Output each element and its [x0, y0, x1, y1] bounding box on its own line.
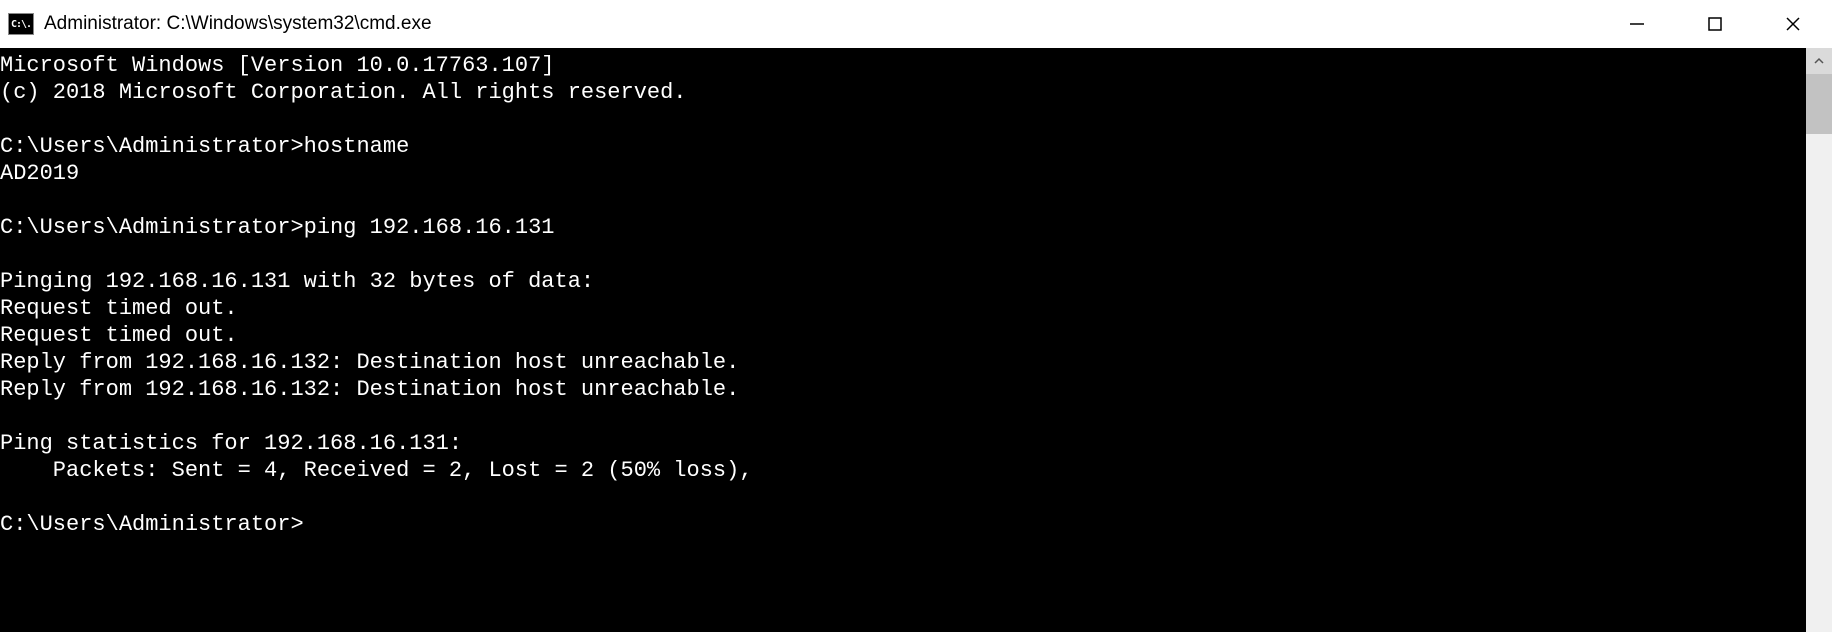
terminal-line: C:\Users\Administrator>hostname: [0, 133, 1806, 160]
cmd-app-icon: C:\.: [8, 13, 34, 35]
terminal-wrapper: Microsoft Windows [Version 10.0.17763.10…: [0, 48, 1832, 632]
terminal-line: Request timed out.: [0, 322, 1806, 349]
maximize-icon: [1707, 16, 1723, 32]
terminal-line: (c) 2018 Microsoft Corporation. All righ…: [0, 79, 1806, 106]
terminal-line: C:\Users\Administrator>ping 192.168.16.1…: [0, 214, 1806, 241]
terminal-line: [0, 484, 1806, 511]
close-icon: [1785, 16, 1801, 32]
vertical-scrollbar[interactable]: [1806, 48, 1832, 632]
terminal-line: [0, 241, 1806, 268]
terminal-line: Reply from 192.168.16.132: Destination h…: [0, 376, 1806, 403]
terminal-line: [0, 187, 1806, 214]
terminal-line: Packets: Sent = 4, Received = 2, Lost = …: [0, 457, 1806, 484]
minimize-icon: [1629, 16, 1645, 32]
minimize-button[interactable]: [1598, 0, 1676, 48]
terminal-line: Ping statistics for 192.168.16.131:: [0, 430, 1806, 457]
terminal-line: [0, 106, 1806, 133]
window-title: Administrator: C:\Windows\system32\cmd.e…: [44, 13, 432, 35]
close-button[interactable]: [1754, 0, 1832, 48]
cmd-app-icon-label: C:\.: [11, 19, 31, 30]
window-titlebar: C:\. Administrator: C:\Windows\system32\…: [0, 0, 1832, 48]
window-controls: [1598, 0, 1832, 48]
terminal-line: C:\Users\Administrator>: [0, 511, 1806, 538]
scroll-up-button[interactable]: [1806, 48, 1832, 74]
scrollbar-thumb[interactable]: [1806, 74, 1832, 134]
terminal-line: [0, 403, 1806, 430]
terminal-line: AD2019: [0, 160, 1806, 187]
terminal-line: Pinging 192.168.16.131 with 32 bytes of …: [0, 268, 1806, 295]
terminal-line: Request timed out.: [0, 295, 1806, 322]
chevron-up-icon: [1814, 56, 1824, 66]
maximize-button[interactable]: [1676, 0, 1754, 48]
terminal-line: Reply from 192.168.16.132: Destination h…: [0, 349, 1806, 376]
terminal-output[interactable]: Microsoft Windows [Version 10.0.17763.10…: [0, 48, 1806, 632]
terminal-line: Microsoft Windows [Version 10.0.17763.10…: [0, 52, 1806, 79]
